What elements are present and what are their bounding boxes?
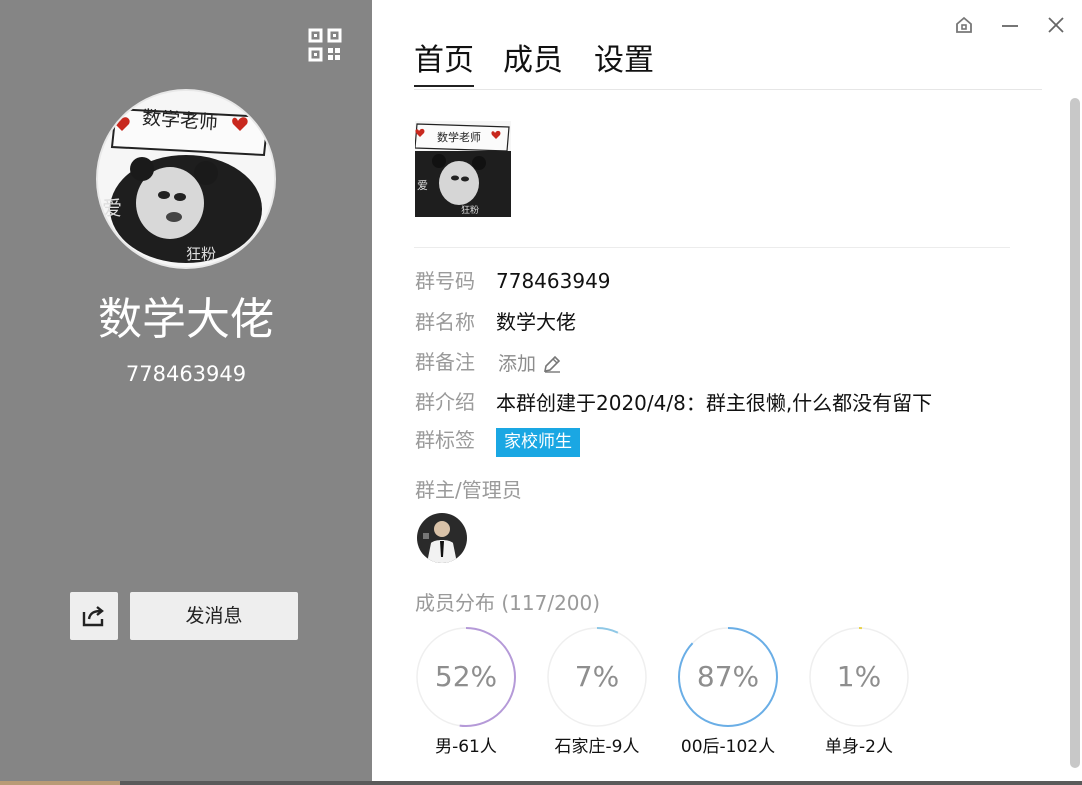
- close-icon[interactable]: [1043, 12, 1069, 38]
- section-divider: [414, 247, 1010, 248]
- group-name: 数学大佬: [98, 294, 274, 345]
- group-photo-thumbnail[interactable]: 数学老师 爱 狂粉: [415, 121, 511, 217]
- qr-code-icon[interactable]: [308, 28, 342, 62]
- svg-text:狂粉: 狂粉: [461, 204, 479, 216]
- svg-text:狂粉: 狂粉: [186, 245, 216, 263]
- group-tag-badge[interactable]: 家校师生: [496, 428, 580, 457]
- home-icon[interactable]: [951, 12, 977, 38]
- donut-caption: 石家庄-9人: [554, 737, 640, 757]
- group-name-label: 群名称: [415, 310, 475, 334]
- donut-percent: 52%: [434, 660, 498, 693]
- group-name-value: 数学大佬: [496, 310, 576, 334]
- group-remark-label: 群备注: [415, 350, 475, 374]
- tab-settings[interactable]: 设置: [594, 40, 654, 82]
- send-message-button[interactable]: 发消息: [130, 592, 298, 640]
- distribution-donut-age: 87%: [677, 626, 779, 728]
- admin-avatar[interactable]: [417, 513, 467, 563]
- tab-divider: [414, 89, 1042, 90]
- tab-members[interactable]: 成员: [503, 40, 563, 82]
- add-remark-link[interactable]: 添加: [498, 350, 562, 378]
- distribution-donut-gender: 52%: [415, 626, 517, 728]
- distribution-donut-single: 1%: [808, 626, 910, 728]
- svg-text:爱: 爱: [102, 196, 122, 220]
- group-number-value: 778463949: [496, 269, 611, 293]
- group-number-label: 群号码: [415, 269, 475, 293]
- group-avatar[interactable]: 数学老师 爱 狂粉: [96, 89, 276, 269]
- donut-percent: 1%: [836, 660, 882, 693]
- share-icon: [82, 606, 104, 627]
- donut-percent: 7%: [574, 660, 620, 693]
- group-id: 778463949: [125, 362, 247, 386]
- donut-caption: 单身-2人: [825, 737, 893, 757]
- group-tags-label: 群标签: [415, 428, 475, 452]
- share-button[interactable]: [70, 592, 118, 640]
- window-bottom-edge: [0, 781, 1082, 785]
- distribution-title: 成员分布 (117/200): [415, 591, 601, 615]
- group-profile-panel: 数学老师 爱 狂粉 数学大佬 778463949 发消息: [0, 0, 372, 785]
- group-intro-value: 本群创建于2020/4/8：群主很懒,什么都没有留下: [496, 391, 933, 415]
- edit-pencil-icon: [543, 355, 561, 373]
- add-remark-label: 添加: [498, 353, 537, 375]
- donut-percent: 87%: [696, 660, 760, 693]
- tab-home[interactable]: 首页: [414, 40, 474, 82]
- minimize-icon[interactable]: [997, 12, 1023, 38]
- donut-caption: 男-61人: [435, 737, 497, 757]
- thumbnail-banner-text: 数学老师: [437, 130, 481, 144]
- donut-caption: 00后-102人: [680, 737, 776, 757]
- scrollbar[interactable]: [1070, 98, 1080, 768]
- svg-text:爱: 爱: [417, 179, 428, 192]
- group-intro-label: 群介绍: [415, 390, 475, 414]
- distribution-donut-city: 7%: [546, 626, 648, 728]
- active-tab-indicator: [414, 85, 474, 87]
- admins-title: 群主/管理员: [415, 478, 522, 502]
